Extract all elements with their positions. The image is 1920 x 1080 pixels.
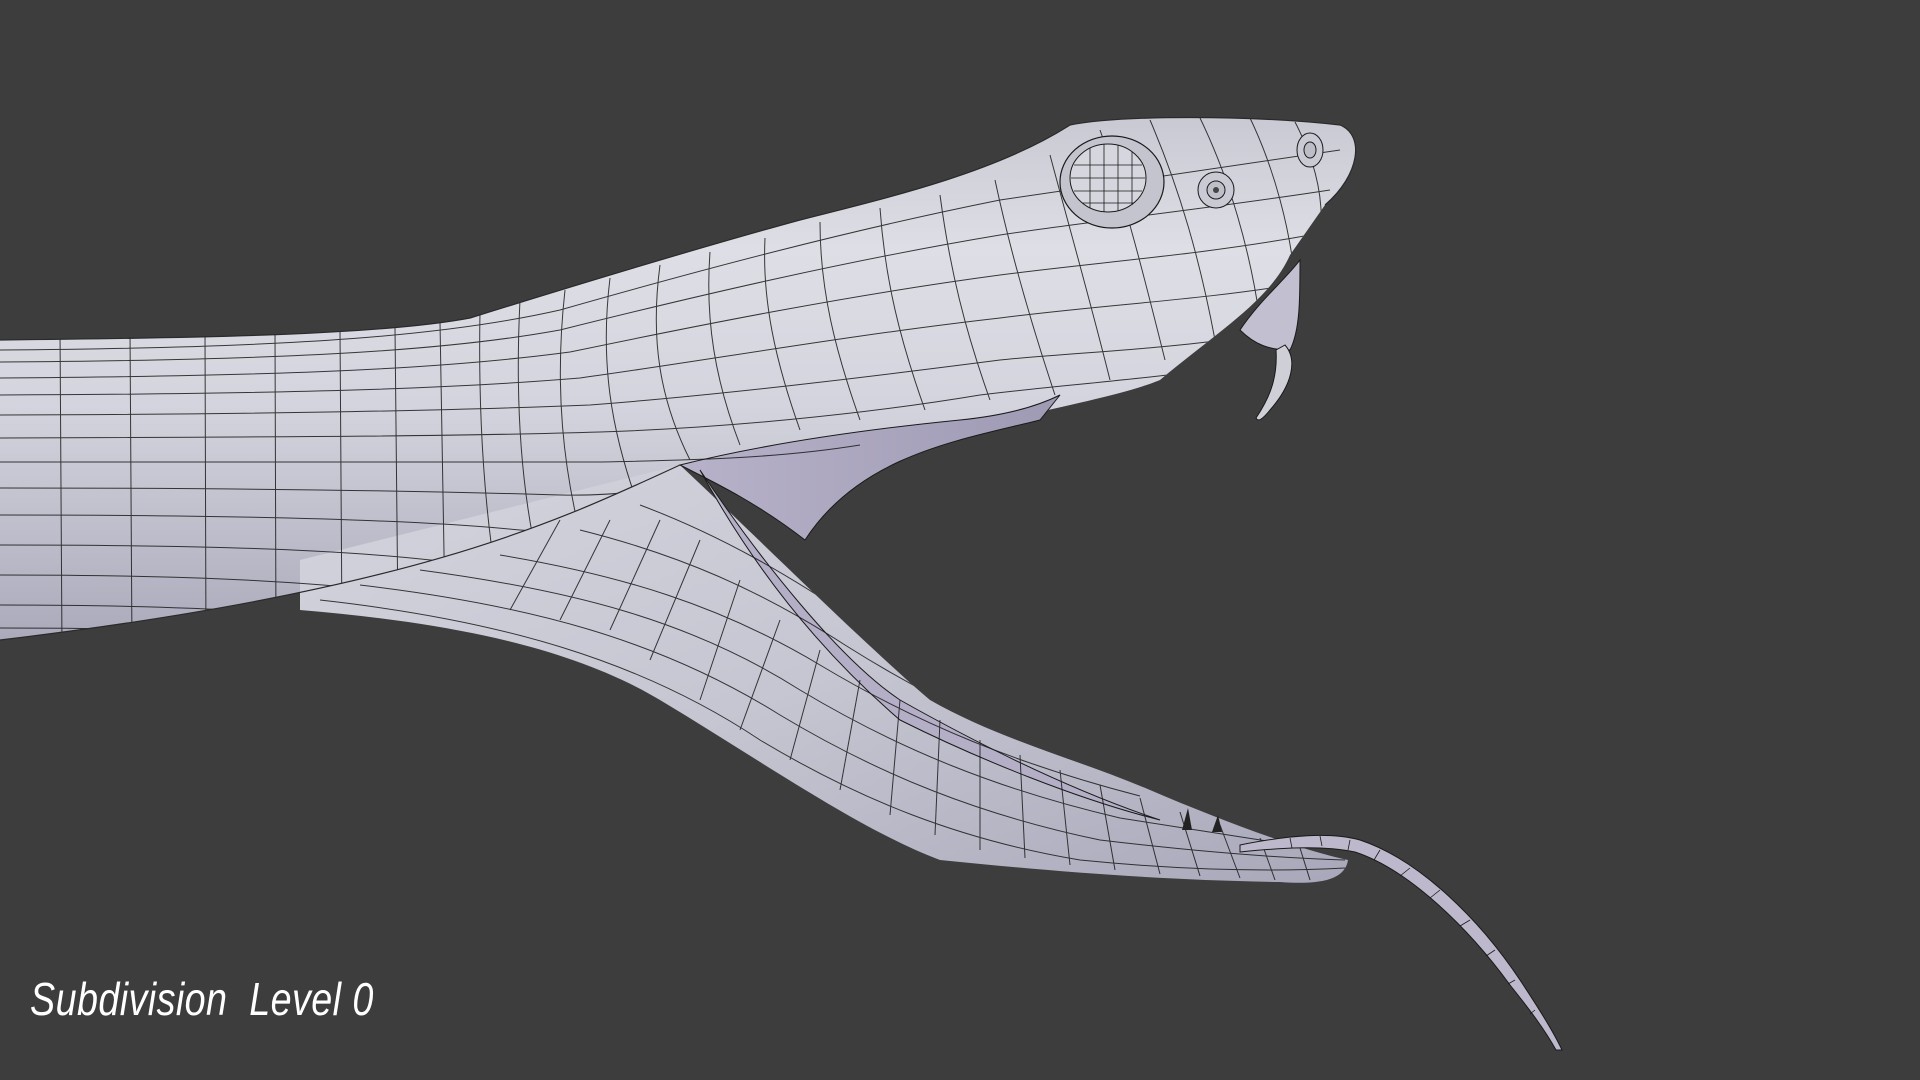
- fang: [1255, 344, 1293, 421]
- snake-mesh-render: [0, 116, 1563, 1051]
- subdivision-level-label: Subdivision Level 0: [30, 973, 374, 1025]
- snake-lower-jaw: [300, 465, 1348, 883]
- pit-organ: [1197, 171, 1235, 209]
- 3d-viewport[interactable]: Subdivision Level 0: [0, 0, 1920, 1080]
- eye-socket: [1059, 135, 1165, 229]
- nostril: [1296, 132, 1324, 168]
